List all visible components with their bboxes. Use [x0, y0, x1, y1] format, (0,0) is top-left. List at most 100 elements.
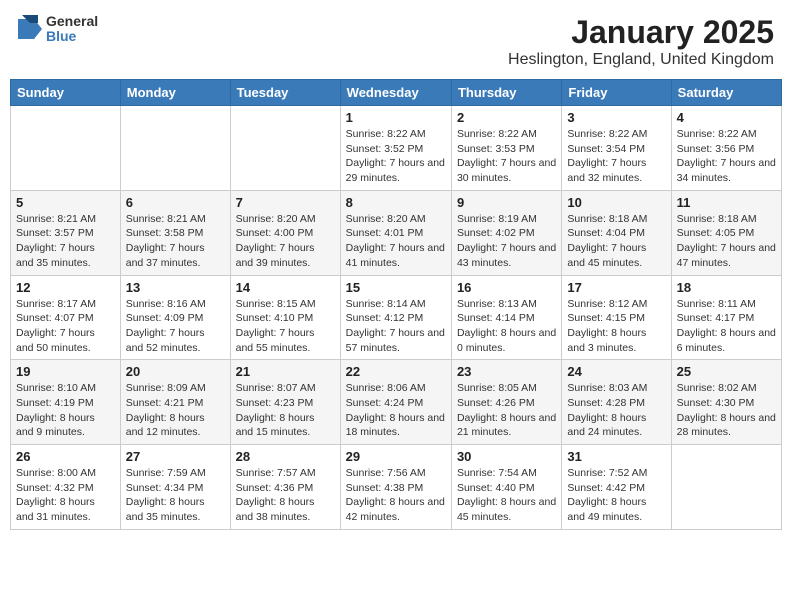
calendar-cell: 16 Sunrise: 8:13 AM Sunset: 4:14 PM Dayli…: [451, 275, 561, 360]
day-number: 25: [677, 364, 776, 379]
day-info: Sunrise: 8:10 AM Sunset: 4:19 PM Dayligh…: [16, 381, 115, 440]
calendar-table: SundayMondayTuesdayWednesdayThursdayFrid…: [10, 79, 782, 530]
calendar-cell: 18 Sunrise: 8:11 AM Sunset: 4:17 PM Dayli…: [671, 275, 781, 360]
day-number: 24: [567, 364, 665, 379]
weekday-header-sunday: Sunday: [11, 80, 121, 106]
calendar-cell: 22 Sunrise: 8:06 AM Sunset: 4:24 PM Dayli…: [340, 360, 451, 445]
day-number: 1: [346, 110, 446, 125]
day-number: 18: [677, 280, 776, 295]
calendar-cell: 6 Sunrise: 8:21 AM Sunset: 3:58 PM Daylig…: [120, 190, 230, 275]
calendar-cell: 30 Sunrise: 7:54 AM Sunset: 4:40 PM Dayli…: [451, 445, 561, 530]
calendar-week-row: 12 Sunrise: 8:17 AM Sunset: 4:07 PM Dayli…: [11, 275, 782, 360]
day-number: 5: [16, 195, 115, 210]
calendar-cell: 24Sunrise: 8:03 AM Sunset: 4:28 PM Dayli…: [562, 360, 671, 445]
calendar-cell: 4 Sunrise: 8:22 AM Sunset: 3:56 PM Daylig…: [671, 106, 781, 191]
day-number: 19: [16, 364, 115, 379]
day-info: Sunrise: 7:56 AM Sunset: 4:38 PM Dayligh…: [346, 466, 446, 525]
day-number: 21: [236, 364, 335, 379]
day-number: 7: [236, 195, 335, 210]
day-number: 11: [677, 195, 776, 210]
day-info: Sunrise: 8:20 AM Sunset: 4:00 PM Dayligh…: [236, 212, 335, 271]
logo: General Blue: [18, 14, 98, 45]
day-info: Sunrise: 8:13 AM Sunset: 4:14 PM Dayligh…: [457, 297, 556, 356]
day-info: Sunrise: 8:14 AM Sunset: 4:12 PM Dayligh…: [346, 297, 446, 356]
day-number: 13: [126, 280, 225, 295]
calendar-header: SundayMondayTuesdayWednesdayThursdayFrid…: [11, 80, 782, 106]
day-info: Sunrise: 8:15 AM Sunset: 4:10 PM Dayligh…: [236, 297, 335, 356]
calendar-cell: 28 Sunrise: 7:57 AM Sunset: 4:36 PM Dayli…: [230, 445, 340, 530]
day-number: 17: [567, 280, 665, 295]
day-info: Sunrise: 8:06 AM Sunset: 4:24 PM Dayligh…: [346, 381, 446, 440]
day-number: 4: [677, 110, 776, 125]
calendar-cell: [230, 106, 340, 191]
day-number: 14: [236, 280, 335, 295]
calendar-cell: 7 Sunrise: 8:20 AM Sunset: 4:00 PM Daylig…: [230, 190, 340, 275]
day-number: 3: [567, 110, 665, 125]
calendar-cell: 27 Sunrise: 7:59 AM Sunset: 4:34 PM Dayli…: [120, 445, 230, 530]
day-info: Sunrise: 8:07 AM Sunset: 4:23 PM Dayligh…: [236, 381, 335, 440]
calendar-week-row: 1 Sunrise: 8:22 AM Sunset: 3:52 PM Daylig…: [11, 106, 782, 191]
weekday-header-wednesday: Wednesday: [340, 80, 451, 106]
day-number: 2: [457, 110, 556, 125]
day-number: 16: [457, 280, 556, 295]
day-info: Sunrise: 8:00 AM Sunset: 4:32 PM Dayligh…: [16, 466, 115, 525]
calendar-cell: 10 Sunrise: 8:18 AM Sunset: 4:04 PM Dayli…: [562, 190, 671, 275]
calendar-cell: 3 Sunrise: 8:22 AM Sunset: 3:54 PM Daylig…: [562, 106, 671, 191]
day-info: Sunrise: 8:12 AM Sunset: 4:15 PM Dayligh…: [567, 297, 665, 356]
calendar-week-row: 26Sunrise: 8:00 AM Sunset: 4:32 PM Dayli…: [11, 445, 782, 530]
day-info: Sunrise: 8:22 AM Sunset: 3:52 PM Dayligh…: [346, 127, 446, 186]
day-info: Sunrise: 8:02 AM Sunset: 4:30 PM Dayligh…: [677, 381, 776, 440]
calendar-cell: 1 Sunrise: 8:22 AM Sunset: 3:52 PM Daylig…: [340, 106, 451, 191]
day-info: Sunrise: 8:21 AM Sunset: 3:58 PM Dayligh…: [126, 212, 225, 271]
day-info: Sunrise: 7:52 AM Sunset: 4:42 PM Dayligh…: [567, 466, 665, 525]
day-info: Sunrise: 8:17 AM Sunset: 4:07 PM Dayligh…: [16, 297, 115, 356]
day-info: Sunrise: 8:22 AM Sunset: 3:53 PM Dayligh…: [457, 127, 556, 186]
day-info: Sunrise: 8:18 AM Sunset: 4:04 PM Dayligh…: [567, 212, 665, 271]
day-number: 31: [567, 449, 665, 464]
day-info: Sunrise: 8:11 AM Sunset: 4:17 PM Dayligh…: [677, 297, 776, 356]
calendar-cell: 26Sunrise: 8:00 AM Sunset: 4:32 PM Dayli…: [11, 445, 121, 530]
calendar-cell: 29 Sunrise: 7:56 AM Sunset: 4:38 PM Dayli…: [340, 445, 451, 530]
day-info: Sunrise: 7:59 AM Sunset: 4:34 PM Dayligh…: [126, 466, 225, 525]
calendar-cell: [11, 106, 121, 191]
calendar-cell: 17 Sunrise: 8:12 AM Sunset: 4:15 PM Dayli…: [562, 275, 671, 360]
weekday-header-saturday: Saturday: [671, 80, 781, 106]
calendar-cell: 15Sunrise: 8:14 AM Sunset: 4:12 PM Dayli…: [340, 275, 451, 360]
calendar-cell: 11 Sunrise: 8:18 AM Sunset: 4:05 PM Dayli…: [671, 190, 781, 275]
calendar-cell: 19 Sunrise: 8:10 AM Sunset: 4:19 PM Dayli…: [11, 360, 121, 445]
day-info: Sunrise: 8:18 AM Sunset: 4:05 PM Dayligh…: [677, 212, 776, 271]
day-number: 30: [457, 449, 556, 464]
logo-blue: Blue: [46, 29, 98, 44]
day-info: Sunrise: 7:57 AM Sunset: 4:36 PM Dayligh…: [236, 466, 335, 525]
calendar-cell: 23Sunrise: 8:05 AM Sunset: 4:26 PM Dayli…: [451, 360, 561, 445]
calendar-week-row: 19 Sunrise: 8:10 AM Sunset: 4:19 PM Dayli…: [11, 360, 782, 445]
day-number: 10: [567, 195, 665, 210]
logo-text: General Blue: [46, 14, 98, 45]
calendar-week-row: 5Sunrise: 8:21 AM Sunset: 3:57 PM Daylig…: [11, 190, 782, 275]
day-number: 6: [126, 195, 225, 210]
logo-general: General: [46, 14, 98, 29]
day-number: 23: [457, 364, 556, 379]
day-info: Sunrise: 8:09 AM Sunset: 4:21 PM Dayligh…: [126, 381, 225, 440]
weekday-header-monday: Monday: [120, 80, 230, 106]
calendar-cell: [120, 106, 230, 191]
day-number: 28: [236, 449, 335, 464]
day-info: Sunrise: 7:54 AM Sunset: 4:40 PM Dayligh…: [457, 466, 556, 525]
weekday-header-row: SundayMondayTuesdayWednesdayThursdayFrid…: [11, 80, 782, 106]
day-info: Sunrise: 8:19 AM Sunset: 4:02 PM Dayligh…: [457, 212, 556, 271]
day-number: 27: [126, 449, 225, 464]
location: Heslington, England, United Kingdom: [508, 51, 774, 69]
calendar-cell: 31 Sunrise: 7:52 AM Sunset: 4:42 PM Dayli…: [562, 445, 671, 530]
calendar-cell: 8Sunrise: 8:20 AM Sunset: 4:01 PM Daylig…: [340, 190, 451, 275]
day-info: Sunrise: 8:22 AM Sunset: 3:56 PM Dayligh…: [677, 127, 776, 186]
day-number: 22: [346, 364, 446, 379]
calendar-cell: 13 Sunrise: 8:16 AM Sunset: 4:09 PM Dayli…: [120, 275, 230, 360]
calendar-cell: [671, 445, 781, 530]
calendar-cell: 9Sunrise: 8:19 AM Sunset: 4:02 PM Daylig…: [451, 190, 561, 275]
day-number: 12: [16, 280, 115, 295]
calendar-cell: 20Sunrise: 8:09 AM Sunset: 4:21 PM Dayli…: [120, 360, 230, 445]
day-info: Sunrise: 8:22 AM Sunset: 3:54 PM Dayligh…: [567, 127, 665, 186]
day-info: Sunrise: 8:16 AM Sunset: 4:09 PM Dayligh…: [126, 297, 225, 356]
weekday-header-friday: Friday: [562, 80, 671, 106]
day-number: 29: [346, 449, 446, 464]
